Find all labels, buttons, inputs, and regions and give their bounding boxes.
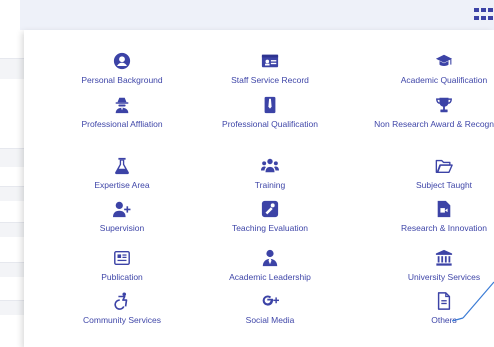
- annotation-arrow-icon: [451, 281, 494, 322]
